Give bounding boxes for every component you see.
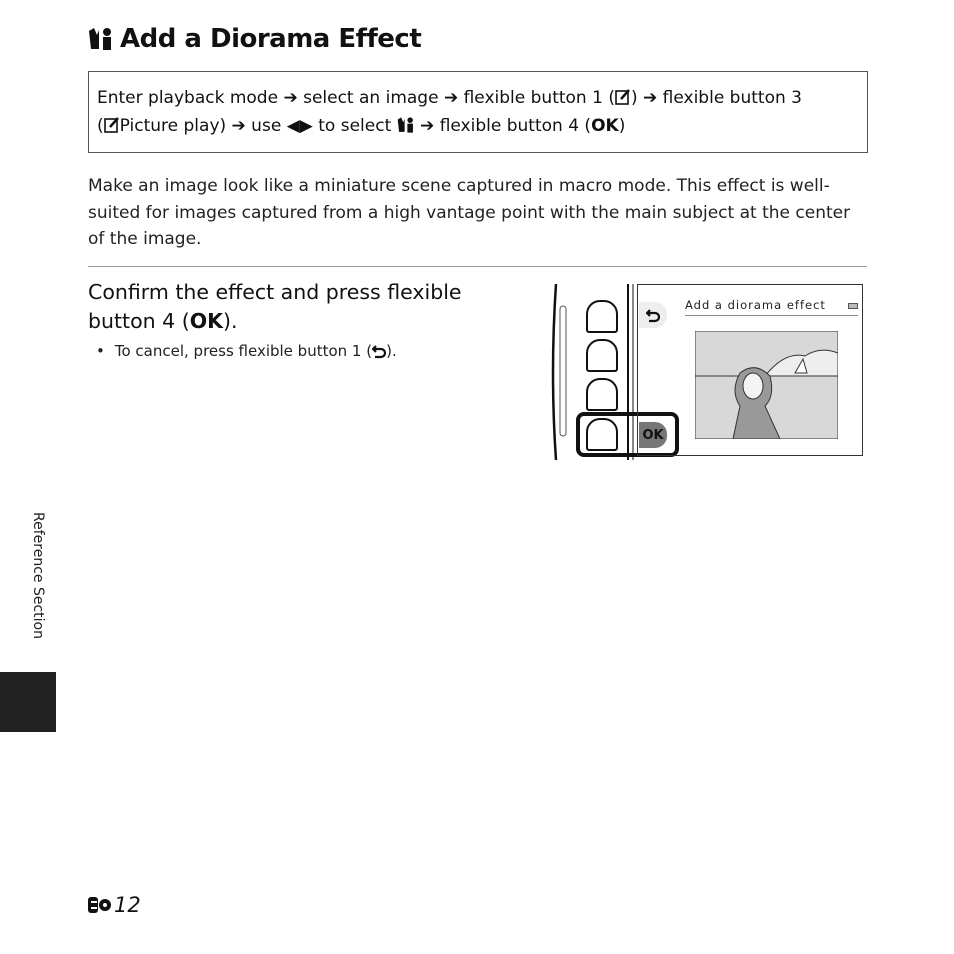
side-tab-label: Reference Section [30, 512, 46, 639]
preview-image [695, 331, 838, 439]
screen-title-underline [685, 315, 858, 316]
battery-icon [848, 303, 858, 309]
side-tab-marker [0, 672, 56, 732]
title-text: Add a Diorama Effect [120, 24, 422, 54]
edit-icon [103, 117, 119, 133]
screen-title: Add a diorama effect [685, 298, 826, 312]
flexible-button-1[interactable] [586, 300, 618, 333]
bullet-text: To cancel, press flexible button 1 ( [114, 342, 373, 360]
instruction-text: ) ➔ flexible button 3 [630, 88, 802, 108]
bullet-text: ). [386, 342, 397, 360]
instruction-text: ) [618, 116, 626, 136]
diorama-effect-icon [89, 28, 111, 50]
back-icon [646, 308, 660, 322]
step-text: Confirm the effect and press flexible bu… [88, 280, 462, 333]
reference-section-icon [88, 897, 111, 913]
flexible-button-3[interactable] [586, 378, 618, 411]
step-text: ). [223, 309, 238, 333]
instruction-text: ( [97, 116, 104, 136]
back-icon [372, 345, 387, 359]
ok-button[interactable]: OK [639, 422, 667, 448]
edit-icon [615, 89, 630, 105]
instruction-text: to select [312, 116, 397, 136]
step-heading: Confirm the effect and press flexible bu… [88, 278, 508, 336]
description: Make an image look like a miniature scen… [88, 176, 851, 249]
instruction-text: Picture play) ➔ use [119, 116, 287, 136]
instruction-text: Enter playback mode ➔ select an image ➔ … [97, 88, 615, 108]
ok-icon: OK [591, 116, 619, 136]
flexible-button-2[interactable] [586, 339, 618, 372]
ok-icon: OK [189, 309, 224, 333]
page-number: 12 [88, 893, 141, 917]
divider [88, 266, 867, 267]
page-number-text: 12 [114, 893, 141, 917]
instruction-text: ➔ flexible button 4 ( [414, 116, 592, 136]
instruction-box: Enter playback mode ➔ select an image ➔ … [88, 71, 868, 153]
back-button[interactable] [639, 302, 667, 328]
diorama-effect-icon [397, 117, 413, 133]
bullet-item: • To cancel, press flexible button 1 (). [96, 342, 397, 360]
page-title: Add a Diorama Effect [88, 24, 422, 54]
left-right-arrows-icon: ◀▶ [286, 116, 313, 136]
